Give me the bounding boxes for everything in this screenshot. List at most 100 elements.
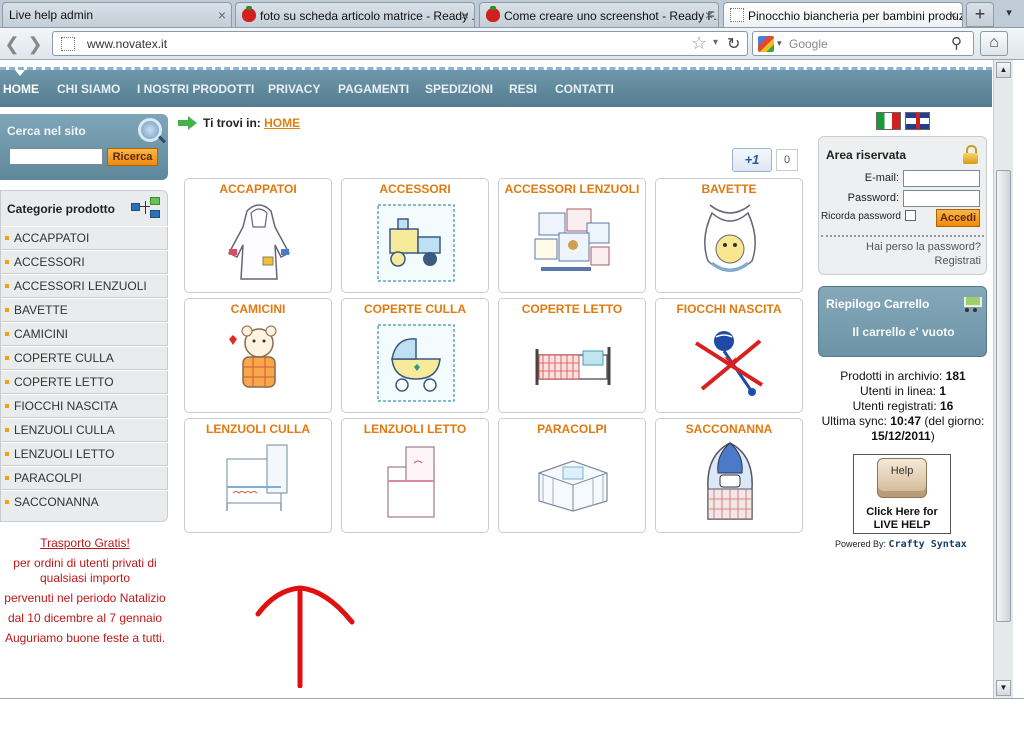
nav-contatti[interactable]: CONTATTI	[555, 82, 614, 96]
teddy-shirt-image[interactable]	[219, 319, 299, 405]
google-icon[interactable]	[758, 36, 774, 52]
bathrobe-image[interactable]	[219, 199, 299, 285]
product-card-camicini[interactable]: CAMICINI	[184, 298, 332, 413]
product-card-sacconanna[interactable]: SACCONANNA	[655, 418, 803, 533]
product-title[interactable]: CAMICINI	[185, 299, 331, 316]
url-text[interactable]: www.novatex.it	[87, 37, 167, 51]
free-shipping-link[interactable]: Trasporto Gratis!	[40, 536, 130, 550]
category-item[interactable]: COPERTE LETTO	[1, 370, 168, 394]
product-title[interactable]: SACCONANNA	[656, 419, 802, 436]
register-link[interactable]: Registrati	[935, 255, 981, 267]
tab-list-icon[interactable]: ▾	[997, 2, 1021, 27]
tab-pinocchio[interactable]: Pinocchio biancheria per bambini produzi…	[723, 2, 963, 27]
category-item[interactable]: FIOCCHI NASCITA	[1, 394, 168, 418]
category-item[interactable]: ACCESSORI	[1, 250, 168, 274]
category-label[interactable]: ACCESSORI LENZUOLI	[14, 279, 147, 293]
tab-foto-scheda[interactable]: foto su scheda articolo matrice - Ready …	[235, 2, 475, 27]
google-plus-one-button[interactable]: +1	[732, 148, 772, 172]
product-card-coperte-letto[interactable]: COPERTE LETTO	[498, 298, 646, 413]
nav-home[interactable]: HOME	[3, 82, 39, 96]
close-tab-icon[interactable]: ×	[705, 7, 713, 23]
product-title[interactable]: COPERTE LETTO	[499, 299, 645, 316]
close-tab-icon[interactable]: ×	[949, 7, 957, 23]
live-help-text[interactable]: LIVE HELP	[854, 519, 950, 531]
category-item[interactable]: LENZUOLI LETTO	[1, 442, 168, 466]
help-key-icon[interactable]: Help	[877, 458, 927, 498]
bumper-image[interactable]	[533, 439, 613, 525]
live-help-button[interactable]: Help Click Here for LIVE HELP	[853, 454, 951, 534]
bookmark-star-icon[interactable]: ☆	[691, 33, 707, 54]
category-item[interactable]: PARACOLPI	[1, 466, 168, 490]
product-card-accessori-lenzuoli[interactable]: ACCESSORI LENZUOLI	[498, 178, 646, 293]
site-identity-icon[interactable]	[61, 37, 75, 51]
product-card-lenzuoli-culla[interactable]: LENZUOLI CULLA	[184, 418, 332, 533]
category-item[interactable]: SACCONANNA	[1, 490, 168, 514]
category-label[interactable]: COPERTE CULLA	[14, 351, 114, 365]
bed-sheets-image[interactable]	[376, 439, 456, 525]
bib-image[interactable]	[690, 199, 770, 285]
scroll-down-icon[interactable]: ▼	[996, 680, 1011, 696]
search-bar[interactable]: ▾ Google ⚲	[752, 31, 974, 56]
search-placeholder[interactable]: Google	[789, 37, 828, 51]
category-label[interactable]: FIOCCHI NASCITA	[14, 399, 118, 413]
product-card-bavette[interactable]: BAVETTE	[655, 178, 803, 293]
close-tab-icon[interactable]: ×	[461, 7, 469, 23]
category-label[interactable]: LENZUOLI CULLA	[14, 423, 115, 437]
ricerca-button[interactable]: Ricerca	[107, 148, 158, 166]
search-engine-dropdown-icon[interactable]: ▾	[777, 38, 782, 49]
category-item[interactable]: ACCAPPATOI	[1, 226, 168, 250]
nav-prodotti[interactable]: I NOSTRI PRODOTTI	[137, 82, 254, 96]
search-go-icon[interactable]: ⚲	[951, 34, 962, 52]
tab-live-help-admin[interactable]: Live help admin ×	[2, 2, 232, 27]
english-flag-icon[interactable]	[905, 112, 930, 130]
reload-icon[interactable]: ↻	[727, 34, 740, 54]
remember-checkbox[interactable]	[905, 210, 916, 221]
category-label[interactable]: SACCONANNA	[14, 495, 99, 509]
product-title[interactable]: ACCESSORI	[342, 179, 488, 196]
new-tab-button[interactable]: +	[966, 2, 994, 27]
password-field[interactable]	[903, 190, 980, 207]
toy-train-image[interactable]	[376, 199, 456, 285]
accedi-button[interactable]: Accedi	[936, 209, 980, 227]
category-label[interactable]: LENZUOLI LETTO	[14, 447, 114, 461]
category-item[interactable]: BAVETTE	[1, 298, 168, 322]
pram-blanket-image[interactable]	[376, 319, 456, 405]
product-title[interactable]: LENZUOLI LETTO	[342, 419, 488, 436]
nav-spedizioni[interactable]: SPEDIZIONI	[425, 82, 493, 96]
birth-ribbon-image[interactable]	[690, 319, 770, 405]
category-label[interactable]: BAVETTE	[14, 303, 68, 317]
category-label[interactable]: CAMICINI	[14, 327, 68, 341]
help-key-label[interactable]: Help	[878, 465, 926, 477]
product-card-paracolpi[interactable]: PARACOLPI	[498, 418, 646, 533]
category-label[interactable]: PARACOLPI	[14, 471, 82, 485]
product-card-lenzuoli-letto[interactable]: LENZUOLI LETTO	[341, 418, 489, 533]
home-icon[interactable]: ⌂	[980, 31, 1008, 56]
product-title[interactable]: PARACOLPI	[499, 419, 645, 436]
history-dropdown-icon[interactable]: ▾	[713, 37, 718, 48]
live-help-text[interactable]: Click Here for	[854, 506, 950, 518]
category-item[interactable]: CAMICINI	[1, 322, 168, 346]
close-tab-icon[interactable]: ×	[218, 7, 226, 23]
tab-screenshot[interactable]: Come creare uno screenshot - Ready F... …	[479, 2, 719, 27]
category-label[interactable]: ACCAPPATOI	[14, 231, 89, 245]
nav-chi-siamo[interactable]: CHI SIAMO	[57, 82, 120, 96]
scroll-up-icon[interactable]: ▲	[996, 62, 1011, 78]
bed-blanket-image[interactable]	[533, 319, 613, 405]
address-bar[interactable]: www.novatex.it ☆ ▾ ↻	[52, 31, 748, 56]
category-item[interactable]: LENZUOLI CULLA	[1, 418, 168, 442]
product-card-fiocchi-nascita[interactable]: FIOCCHI NASCITA	[655, 298, 803, 413]
italian-flag-icon[interactable]	[876, 112, 901, 130]
sheet-accessories-image[interactable]	[533, 199, 613, 285]
product-title[interactable]: ACCESSORI LENZUOLI	[499, 179, 645, 196]
crafty-syntax-link[interactable]: Crafty Syntax	[889, 539, 967, 550]
email-field[interactable]	[903, 170, 980, 187]
vertical-scrollbar[interactable]: ▲ ▼	[993, 60, 1013, 698]
product-title[interactable]: ACCAPPATOI	[185, 179, 331, 196]
product-card-coperte-culla[interactable]: COPERTE CULLA	[341, 298, 489, 413]
nav-pagamenti[interactable]: PAGAMENTI	[338, 82, 409, 96]
forward-icon[interactable]: ❯	[24, 34, 46, 56]
product-title[interactable]: FIOCCHI NASCITA	[656, 299, 802, 316]
breadcrumb-home-link[interactable]: HOME	[264, 116, 300, 130]
cradle-sheets-image[interactable]	[219, 439, 299, 525]
site-search-input[interactable]	[9, 148, 103, 165]
